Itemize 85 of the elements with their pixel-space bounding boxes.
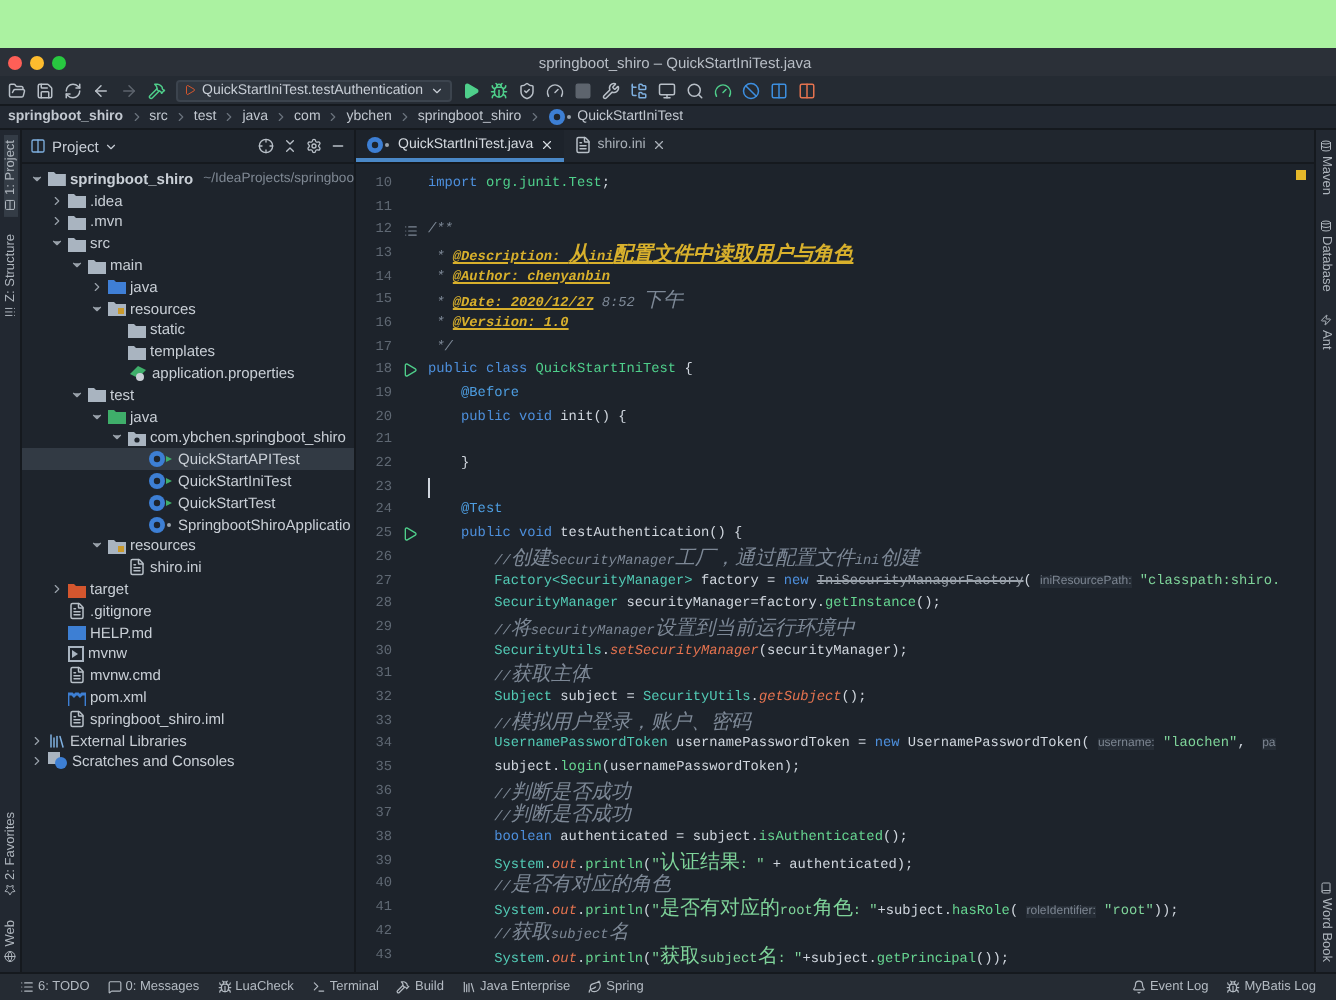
star-icon xyxy=(4,883,16,896)
list-icon xyxy=(4,306,16,319)
back-icon[interactable] xyxy=(92,81,110,99)
open-folder-icon[interactable] xyxy=(8,81,26,99)
database-icon xyxy=(1320,219,1332,232)
run-icon[interactable] xyxy=(461,81,479,99)
hammer-icon[interactable] xyxy=(148,81,166,99)
collapse-all-icon[interactable] xyxy=(282,138,298,154)
gauge-icon[interactable] xyxy=(713,81,731,99)
package-icon xyxy=(128,429,146,446)
class-icon xyxy=(148,450,174,469)
shield-icon[interactable] xyxy=(517,81,535,99)
run-icon[interactable] xyxy=(402,362,418,379)
block-icon[interactable] xyxy=(741,81,759,99)
expand-arrow-icon[interactable] xyxy=(90,409,104,424)
expand-arrow-icon[interactable] xyxy=(70,258,84,273)
bolt-icon xyxy=(1320,314,1332,327)
bell-icon xyxy=(1131,980,1146,994)
file-icon xyxy=(68,709,86,728)
folder-icon xyxy=(68,581,86,598)
close-icon[interactable] xyxy=(539,137,554,151)
sync-icon[interactable] xyxy=(64,81,82,99)
terminal-icon xyxy=(311,980,326,994)
search-icon[interactable] xyxy=(685,81,703,99)
database-icon xyxy=(1320,140,1332,152)
markdown-file-icon xyxy=(68,623,86,642)
save-icon[interactable] xyxy=(36,81,54,99)
doc-icon[interactable] xyxy=(403,223,417,238)
panel-icon xyxy=(30,138,46,154)
separator-icon xyxy=(129,110,144,124)
stop-icon[interactable] xyxy=(573,81,591,99)
folder-icon xyxy=(108,537,126,554)
file-icon xyxy=(128,558,146,577)
close-button[interactable] xyxy=(8,55,22,69)
leaf-icon xyxy=(588,980,603,994)
separator-icon xyxy=(274,110,289,124)
separator-icon xyxy=(397,110,412,124)
gauge-icon[interactable] xyxy=(545,81,563,99)
separator-icon xyxy=(527,110,542,124)
maven-icon xyxy=(68,689,86,706)
close-icon[interactable] xyxy=(651,137,666,151)
settings-file-icon xyxy=(128,364,148,383)
expand-arrow-icon[interactable] xyxy=(110,430,124,445)
hammer-icon xyxy=(396,980,411,994)
play-icon xyxy=(184,84,196,96)
debug-icon[interactable] xyxy=(489,81,507,99)
file-icon xyxy=(68,666,86,685)
file-icon xyxy=(573,135,592,153)
bug-icon xyxy=(1226,980,1241,994)
caret-icon xyxy=(429,83,443,97)
scratches-icon xyxy=(48,752,68,771)
class-icon xyxy=(148,472,174,491)
maximize-button[interactable] xyxy=(52,55,66,69)
book-icon xyxy=(1320,881,1332,894)
locate-icon[interactable] xyxy=(258,138,274,154)
expand-arrow-icon[interactable] xyxy=(90,538,104,553)
list-icon xyxy=(20,980,34,994)
separator-icon xyxy=(326,110,341,124)
library-icon xyxy=(461,980,476,994)
script-file-icon xyxy=(68,645,84,662)
expand-arrow-icon[interactable] xyxy=(70,387,84,402)
expand-arrow-icon[interactable] xyxy=(30,171,44,186)
run-icon[interactable] xyxy=(402,526,418,543)
separator-icon xyxy=(222,110,237,124)
libraries-icon xyxy=(48,731,66,750)
expand-arrow-icon[interactable] xyxy=(90,301,104,316)
separator-icon xyxy=(173,110,188,124)
file-icon xyxy=(68,601,86,620)
class-icon xyxy=(148,515,174,534)
class-icon xyxy=(366,135,392,153)
message-icon xyxy=(107,980,122,994)
module-icon xyxy=(48,170,66,187)
wrench-icon[interactable] xyxy=(601,81,619,99)
folder-icon xyxy=(108,300,126,317)
project-structure-icon[interactable] xyxy=(629,81,647,99)
class-icon xyxy=(148,493,174,512)
panel-icon xyxy=(4,198,16,211)
minimize-button[interactable] xyxy=(30,55,44,69)
monitor-icon[interactable] xyxy=(657,81,675,99)
globe-icon xyxy=(4,950,16,962)
expand-arrow-icon[interactable] xyxy=(50,236,64,251)
bug-icon xyxy=(217,980,232,994)
warning-icon xyxy=(1296,170,1306,180)
settings-icon[interactable] xyxy=(306,138,322,154)
caret-icon xyxy=(104,139,119,153)
